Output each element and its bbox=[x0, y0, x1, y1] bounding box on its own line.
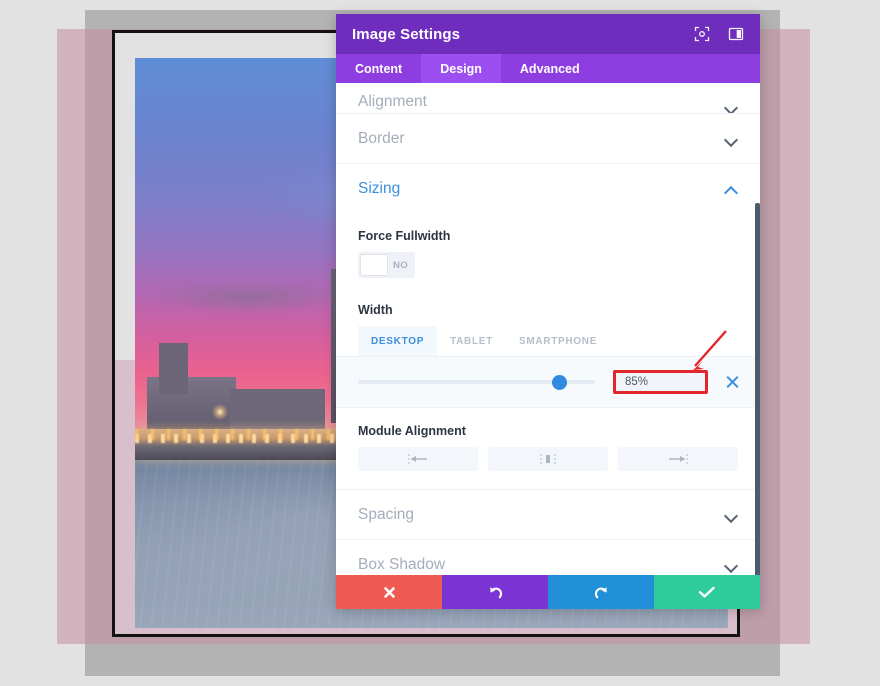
chevron-up-icon bbox=[725, 185, 738, 193]
cancel-button[interactable] bbox=[336, 575, 442, 609]
align-center-icon bbox=[540, 454, 556, 464]
chevron-down-icon bbox=[725, 511, 738, 519]
chevron-down-icon bbox=[725, 561, 738, 569]
image-settings-modal: Image Settings Content Design Advanced A… bbox=[336, 14, 760, 609]
device-tab-smartphone[interactable]: SMARTPHONE bbox=[506, 326, 610, 356]
force-fullwidth-label: Force Fullwidth bbox=[358, 229, 451, 243]
section-sizing[interactable]: Sizing bbox=[336, 164, 760, 213]
chevron-down-icon bbox=[725, 135, 738, 143]
width-value-input[interactable]: 85% bbox=[613, 370, 708, 394]
device-tab-tablet[interactable]: TABLET bbox=[437, 326, 506, 356]
undo-button[interactable] bbox=[442, 575, 548, 609]
align-left-button[interactable] bbox=[358, 447, 478, 471]
module-alignment-group bbox=[358, 447, 738, 485]
section-alignment[interactable]: Alignment bbox=[336, 83, 760, 114]
align-center-button[interactable] bbox=[488, 447, 608, 471]
sizing-panel: Force Fullwidth NO Width DESKTOP TABLET … bbox=[336, 213, 760, 489]
section-alignment-label: Alignment bbox=[358, 93, 427, 110]
redo-button[interactable] bbox=[548, 575, 654, 609]
width-slider-thumb[interactable] bbox=[551, 374, 567, 390]
section-box-shadow[interactable]: Box Shadow bbox=[336, 540, 760, 575]
align-left-icon bbox=[408, 454, 427, 464]
photo-building bbox=[229, 388, 325, 435]
width-slider-row: 85% bbox=[336, 357, 760, 408]
checkmark-icon bbox=[698, 586, 715, 598]
section-sizing-label: Sizing bbox=[358, 179, 401, 197]
chevron-down-icon bbox=[725, 103, 738, 111]
page-title: Image Settings bbox=[352, 25, 461, 43]
panel-layout-icon[interactable] bbox=[728, 26, 744, 42]
width-device-tabs: DESKTOP TABLET SMARTPHONE bbox=[336, 326, 760, 357]
redo-arrow-icon bbox=[594, 586, 607, 598]
width-label: Width bbox=[358, 303, 393, 317]
tab-content[interactable]: Content bbox=[336, 54, 421, 83]
save-button[interactable] bbox=[654, 575, 760, 609]
width-reset-icon[interactable] bbox=[724, 374, 740, 390]
photo-streetlamp bbox=[212, 403, 229, 420]
header-icon-group bbox=[694, 26, 744, 42]
width-slider[interactable] bbox=[358, 374, 595, 390]
section-box-shadow-label: Box Shadow bbox=[358, 555, 446, 573]
section-border[interactable]: Border bbox=[336, 114, 760, 164]
section-spacing-label: Spacing bbox=[358, 505, 415, 523]
modal-header: Image Settings bbox=[336, 14, 760, 54]
device-tab-desktop[interactable]: DESKTOP bbox=[358, 326, 438, 356]
settings-scroll-area: Alignment Border Sizing Force Fullwidth … bbox=[336, 83, 760, 575]
modal-footer bbox=[336, 575, 760, 609]
modal-body: Alignment Border Sizing Force Fullwidth … bbox=[336, 83, 760, 575]
toggle-knob bbox=[360, 254, 388, 276]
toggle-state-label: NO bbox=[393, 259, 409, 271]
section-spacing[interactable]: Spacing bbox=[336, 489, 760, 540]
modal-tabbar: Content Design Advanced bbox=[336, 54, 760, 83]
photo-cloud bbox=[146, 280, 349, 315]
tab-advanced[interactable]: Advanced bbox=[501, 54, 599, 83]
focus-icon[interactable] bbox=[694, 26, 710, 42]
close-x-icon bbox=[383, 586, 395, 598]
align-right-button[interactable] bbox=[618, 447, 738, 471]
align-right-icon bbox=[669, 454, 688, 464]
photo-building bbox=[158, 343, 189, 395]
undo-arrow-icon bbox=[489, 586, 502, 598]
force-fullwidth-toggle[interactable]: NO bbox=[358, 252, 415, 278]
module-alignment-label: Module Alignment bbox=[358, 424, 466, 438]
tab-design[interactable]: Design bbox=[421, 54, 501, 83]
modal-scrollbar[interactable] bbox=[755, 203, 760, 575]
section-border-label: Border bbox=[358, 129, 405, 147]
